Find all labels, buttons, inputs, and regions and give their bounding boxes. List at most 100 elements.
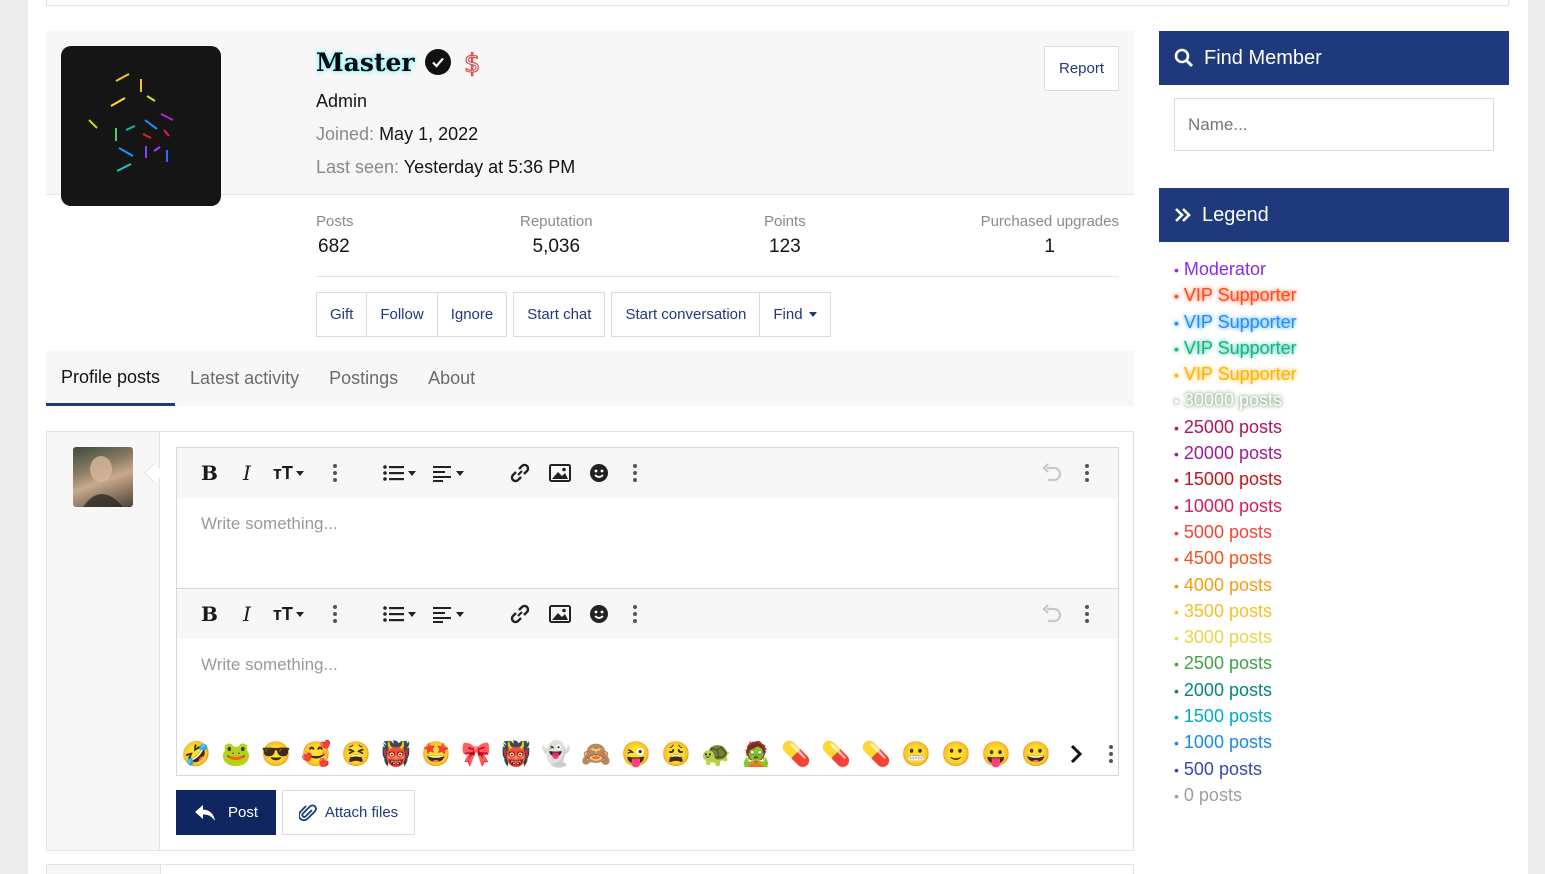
more-options-icon[interactable] [1085, 603, 1089, 625]
text-size-icon[interactable]: тT [273, 603, 304, 625]
find-menu-button[interactable]: Find [759, 293, 829, 336]
smilie-icon[interactable]: 🐸 [221, 739, 251, 769]
smilie-icon[interactable]: 😀 [1021, 739, 1051, 769]
find-member-title: Find Member [1204, 46, 1322, 69]
current-user-avatar[interactable] [73, 447, 133, 507]
stat-purchased-upgrades[interactable]: Purchased upgrades 1 [981, 213, 1119, 258]
smilie-icon[interactable]: 💊 [821, 739, 851, 769]
smilie-icon[interactable]: 👹 [501, 739, 531, 769]
attach-files-button[interactable]: Attach files [282, 790, 415, 835]
smilie-icon[interactable]: 💊 [861, 739, 891, 769]
undo-icon[interactable] [1041, 462, 1063, 484]
legend-item[interactable]: • VIP Supporter [1174, 309, 1297, 335]
smilie-icon[interactable]: 😫 [341, 739, 371, 769]
legend-item[interactable]: • VIP Supporter [1174, 282, 1297, 308]
smilie-icon[interactable]: 🎀 [461, 739, 491, 769]
smilie-icon[interactable]: 🐢 [701, 739, 731, 769]
profile-avatar[interactable] [61, 46, 221, 206]
text-size-icon[interactable]: тT [273, 462, 304, 484]
stat-points[interactable]: Points 123 [764, 213, 806, 258]
stat-posts[interactable]: Posts 682 [316, 213, 354, 258]
rich-text-editor-2[interactable]: B I тT Write something... 🤣 🐸 😎 🥰 😫 👹 🤩 … [176, 588, 1119, 776]
smilie-icon[interactable]: 😎 [261, 739, 291, 769]
tab-postings[interactable]: Postings [314, 351, 413, 406]
smilie-icon[interactable]: 💊 [781, 739, 811, 769]
ignore-button[interactable]: Ignore [436, 293, 507, 336]
report-button[interactable]: Report [1044, 46, 1119, 91]
legend-item[interactable]: • 2000 posts [1174, 677, 1297, 703]
follow-button[interactable]: Follow [366, 293, 436, 336]
editor-placeholder: Write something... [201, 655, 338, 674]
chevron-right-icon[interactable] [1061, 739, 1091, 769]
image-icon[interactable] [549, 603, 571, 625]
legend-item[interactable]: • 25000 posts [1174, 414, 1297, 440]
italic-icon[interactable]: I [243, 461, 251, 485]
legend-item[interactable]: • 15000 posts [1174, 466, 1297, 492]
smilie-icon[interactable]: 🤣 [181, 739, 211, 769]
smilie-icon[interactable]: 😜 [621, 739, 651, 769]
legend-item[interactable]: • 5000 posts [1174, 519, 1297, 545]
legend-item[interactable]: • 20000 posts [1174, 440, 1297, 466]
gift-button[interactable]: Gift [317, 293, 366, 336]
tab-latest-activity[interactable]: Latest activity [175, 351, 314, 406]
more-insert-icon[interactable] [633, 603, 637, 625]
tab-about[interactable]: About [413, 351, 490, 406]
align-icon[interactable] [433, 462, 464, 484]
image-icon[interactable] [549, 462, 571, 484]
legend-item[interactable]: • 1500 posts [1174, 703, 1297, 729]
smilie-icon[interactable]: 😩 [661, 739, 691, 769]
legend-item[interactable]: • 1000 posts [1174, 729, 1297, 755]
smilie-icon[interactable]: 🥰 [301, 739, 331, 769]
legend-label: 2000 posts [1183, 679, 1272, 700]
list-icon[interactable] [383, 603, 416, 625]
emoji-icon[interactable] [589, 603, 609, 625]
legend-item[interactable]: • 3500 posts [1174, 598, 1297, 624]
more-insert-icon[interactable] [633, 462, 637, 484]
smilie-icon[interactable]: 😬 [901, 739, 931, 769]
member-name-input[interactable] [1174, 98, 1494, 151]
rich-text-editor[interactable]: B I тT Write something... [176, 447, 1119, 589]
more-smilies-icon[interactable] [1101, 739, 1121, 769]
legend-item[interactable]: • 2500 posts [1174, 650, 1297, 676]
legend-item[interactable]: • 30000 posts [1174, 387, 1297, 413]
link-icon[interactable] [509, 462, 531, 484]
more-text-icon[interactable] [333, 603, 337, 625]
emoji-icon[interactable] [589, 462, 609, 484]
smilie-icon[interactable]: 🧟 [741, 739, 771, 769]
start-chat-button[interactable]: Start chat [514, 293, 604, 336]
bold-icon[interactable]: B [201, 461, 218, 485]
next-post-block [46, 864, 1134, 874]
legend-item[interactable]: • 10000 posts [1174, 493, 1297, 519]
smilie-icon[interactable]: 🤩 [421, 739, 451, 769]
legend-label: VIP Supporter [1183, 311, 1297, 332]
joined-date: May 1, 2022 [379, 124, 479, 144]
tab-profile-posts[interactable]: Profile posts [46, 351, 176, 406]
legend-item[interactable]: • VIP Supporter [1174, 361, 1297, 387]
align-icon[interactable] [433, 603, 464, 625]
smilie-icon[interactable]: 👹 [381, 739, 411, 769]
action-group-2: Start chat [513, 292, 606, 337]
post-button[interactable]: Post [176, 790, 276, 835]
italic-icon[interactable]: I [243, 602, 251, 626]
legend-item[interactable]: • 4500 posts [1174, 545, 1297, 571]
link-icon[interactable] [509, 603, 531, 625]
smilie-icon[interactable]: 👻 [541, 739, 571, 769]
smilie-icon[interactable]: 🙂 [941, 739, 971, 769]
more-text-icon[interactable] [333, 462, 337, 484]
legend-item[interactable]: • VIP Supporter [1174, 335, 1297, 361]
username[interactable]: Master [316, 48, 415, 77]
legend-item[interactable]: • 4000 posts [1174, 572, 1297, 598]
bold-icon[interactable]: B [201, 602, 218, 626]
list-icon[interactable] [383, 462, 416, 484]
legend-item[interactable]: • 3000 posts [1174, 624, 1297, 650]
stat-reputation[interactable]: Reputation 5,036 [520, 213, 593, 258]
smilie-icon[interactable]: 🙈 [581, 739, 611, 769]
legend-item[interactable]: • Moderator [1174, 256, 1297, 282]
undo-icon[interactable] [1041, 603, 1063, 625]
legend-label: 4500 posts [1183, 548, 1272, 569]
more-options-icon[interactable] [1085, 462, 1089, 484]
legend-item[interactable]: • 500 posts [1174, 756, 1297, 782]
smilie-icon[interactable]: 😛 [981, 739, 1011, 769]
start-conversation-button[interactable]: Start conversation [612, 293, 759, 336]
legend-item[interactable]: • 0 posts [1174, 782, 1297, 808]
